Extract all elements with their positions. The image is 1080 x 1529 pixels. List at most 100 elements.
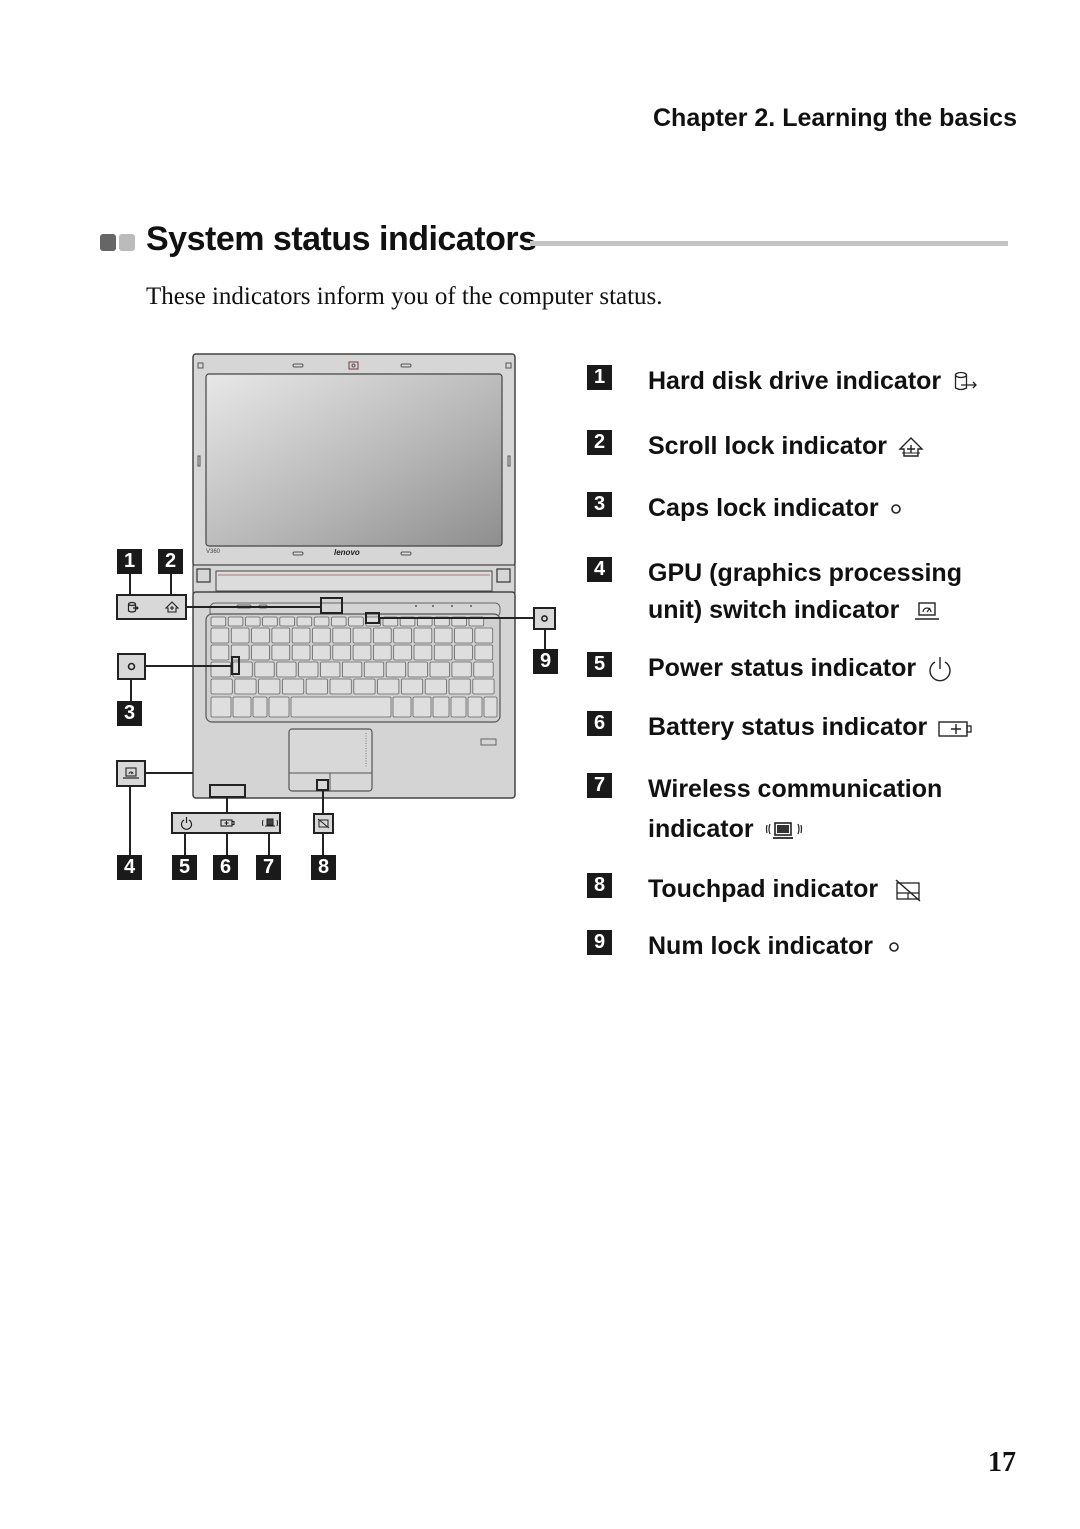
callout-number-7: 7 [256, 855, 281, 880]
leader-line-1 [129, 574, 131, 595]
laptop-base [192, 591, 516, 799]
touchpad-indicator-highlight [316, 779, 329, 791]
legend-number: 8 [587, 873, 612, 898]
capslock-key-highlight [231, 656, 240, 675]
leader-line-4b [129, 787, 131, 856]
laptop-illustration: V360 lenovo 1 2 3 9 4 5 6 7 8 [0, 0, 580, 900]
gpu-switch-icon [913, 600, 941, 622]
callout-panel-power-battery-wireless [171, 812, 281, 834]
key [474, 627, 494, 644]
callout-panel-caps-lock [117, 653, 146, 680]
key [467, 696, 483, 718]
leader-line-9 [379, 617, 533, 619]
key [393, 627, 412, 644]
leader-line-7 [268, 834, 270, 856]
key [276, 661, 297, 678]
legend-number: 7 [587, 773, 612, 798]
callout-panel-num-lock [533, 607, 556, 630]
leader-line-2 [170, 574, 172, 595]
key [258, 678, 281, 695]
key [400, 678, 424, 695]
key [433, 644, 453, 661]
touchpad-off-icon [317, 818, 330, 829]
key [474, 644, 494, 661]
key [377, 678, 400, 695]
key [392, 696, 412, 718]
key [312, 644, 331, 661]
leader-line-4 [146, 772, 193, 774]
key [407, 661, 428, 678]
legend-number: 4 [587, 557, 612, 582]
scroll-lock-icon [897, 435, 925, 459]
callout-panel-icons [127, 601, 180, 613]
key [432, 696, 450, 718]
key [454, 644, 473, 661]
callout-number-9: 9 [533, 649, 558, 674]
key [281, 678, 305, 695]
key [251, 644, 270, 661]
key [385, 661, 407, 678]
callout-number-8: 8 [311, 855, 336, 880]
key [296, 616, 313, 627]
key [352, 627, 372, 644]
key [424, 678, 447, 695]
callout-number-5: 5 [172, 855, 197, 880]
key [332, 644, 351, 661]
legend-label: Num lock indicator [648, 932, 874, 960]
numlock-key-highlight [365, 612, 380, 624]
key [473, 661, 494, 678]
key [352, 644, 372, 661]
key [230, 627, 250, 644]
callout-panel-icons [180, 817, 278, 830]
key [330, 616, 347, 627]
key [271, 644, 291, 661]
battery-icon [220, 819, 235, 827]
legend-label-line2: unit) switch indicator [648, 596, 900, 624]
callout-panel-gpu [116, 760, 146, 787]
key [413, 644, 433, 661]
leader-line-3 [146, 665, 231, 667]
callout-number-4: 4 [117, 855, 142, 880]
key [252, 696, 268, 718]
touchpad-off-icon [894, 877, 922, 903]
page-number: 17 [988, 1447, 1016, 1478]
key [413, 627, 433, 644]
key [483, 696, 498, 718]
key [210, 696, 232, 718]
laptop-drawing: V360 lenovo [192, 353, 516, 799]
key [433, 627, 453, 644]
chapter-heading: Chapter 2. Learning the basics [653, 104, 1017, 132]
callout-number-2: 2 [158, 549, 183, 574]
legend-label-line1: GPU (graphics processing [648, 559, 962, 587]
key [210, 627, 230, 644]
key [429, 661, 450, 678]
key [341, 661, 363, 678]
battery-icon [937, 717, 973, 739]
power-icon [926, 654, 954, 684]
laptop-lid: V360 lenovo [192, 353, 516, 567]
wireless-icon [764, 818, 804, 842]
key [472, 678, 495, 695]
key [332, 627, 351, 644]
key [448, 678, 471, 695]
front-indicator-highlight [209, 784, 246, 798]
key [291, 627, 311, 644]
leader-line-5 [184, 834, 186, 856]
key [254, 661, 275, 678]
key [454, 627, 473, 644]
key [210, 616, 227, 627]
key [232, 696, 252, 718]
model-label: V360 [206, 549, 221, 555]
circle-led-icon [127, 662, 136, 671]
callout-number-3: 3 [117, 701, 142, 726]
circle-led-icon [887, 940, 901, 954]
key [271, 627, 291, 644]
legend-label: Battery status indicator [648, 713, 928, 741]
legend-number: 9 [587, 930, 612, 955]
legend-label-line1: Wireless communication [648, 775, 943, 803]
key [372, 644, 392, 661]
leader-line-567 [226, 797, 228, 813]
legend-label: Caps lock indicator [648, 494, 879, 522]
callout-number-1: 1 [117, 549, 142, 574]
brand-logo: lenovo [334, 548, 360, 557]
